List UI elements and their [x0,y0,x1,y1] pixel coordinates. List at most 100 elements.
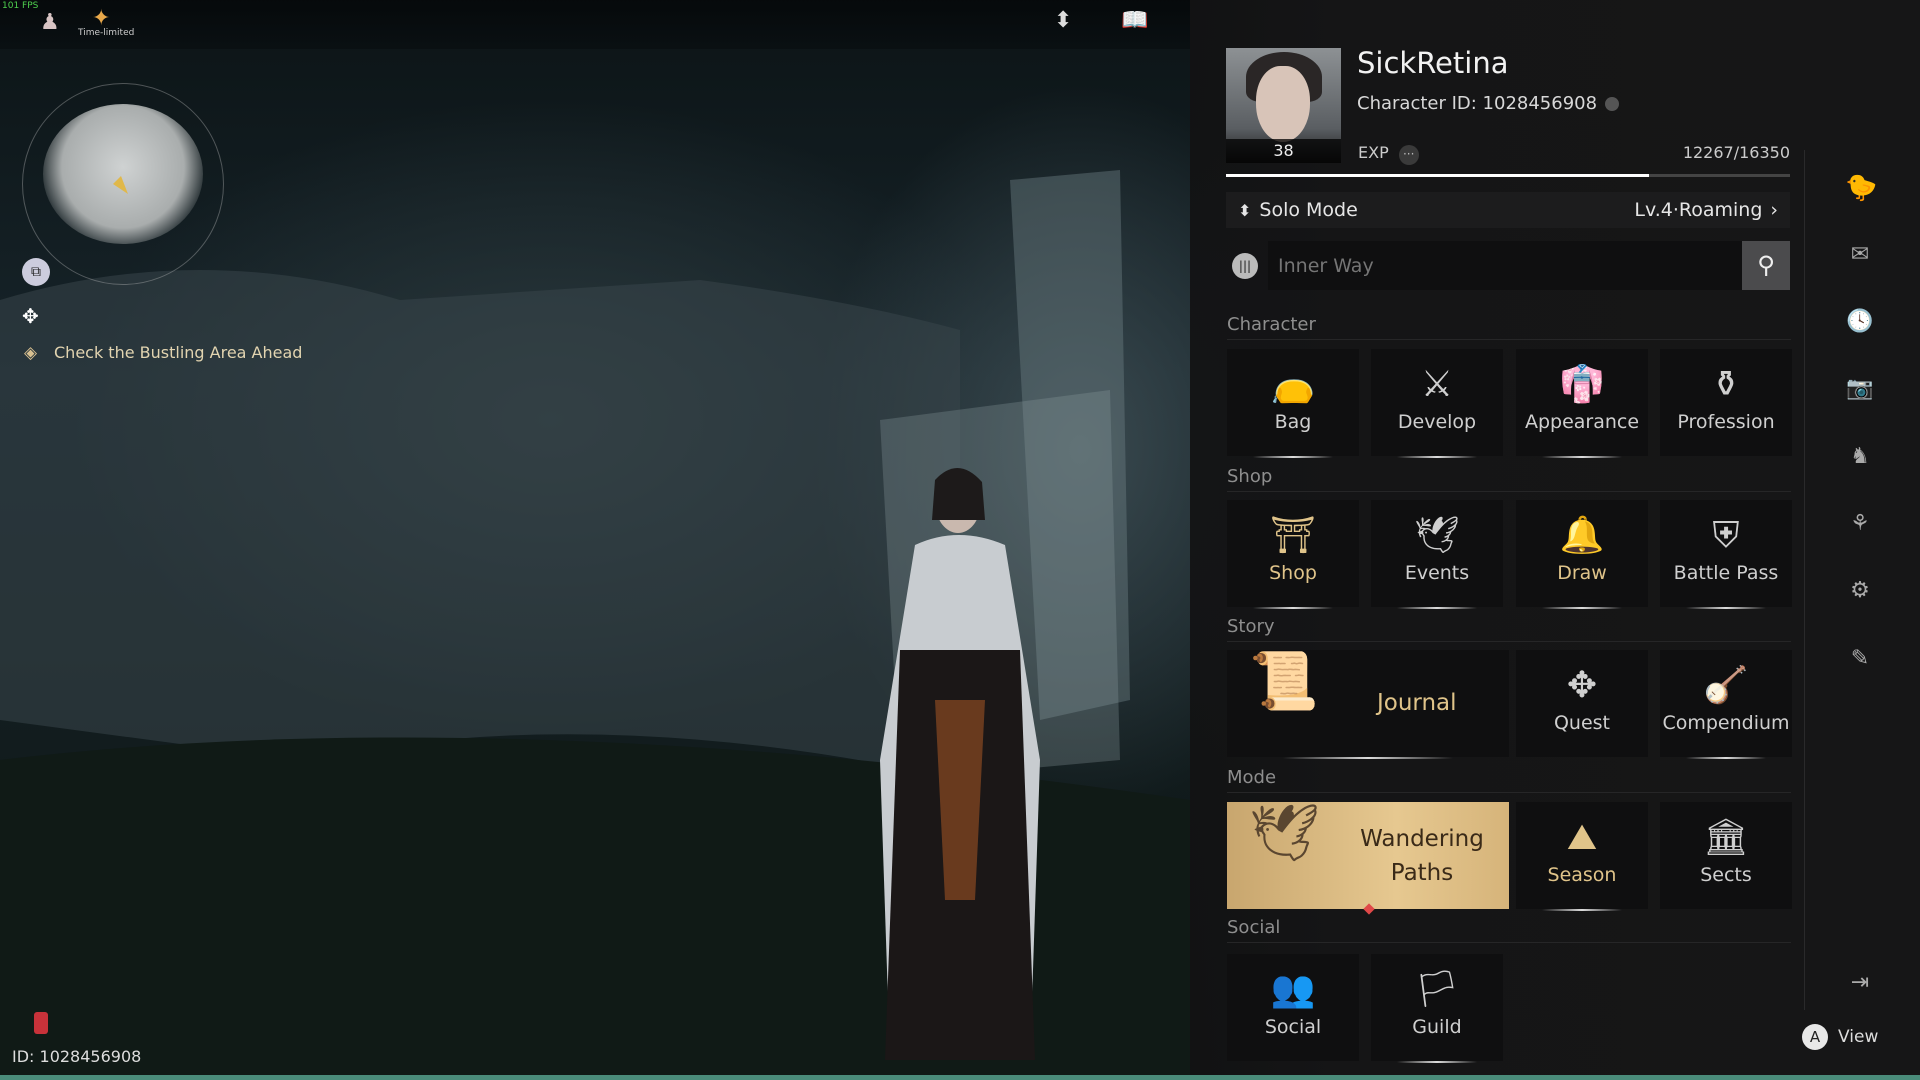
tile-label: Develop [1371,411,1503,433]
tile-bag[interactable]: 👝 Bag [1227,349,1359,456]
voice-icon[interactable]: ||| [1232,253,1258,279]
alert-icon[interactable] [34,1012,48,1034]
clock-icon[interactable]: 🕓 [1845,309,1875,334]
character-id: Character ID: 1028456908 [1357,93,1597,114]
journal-icon: 📜 [1249,660,1319,704]
avatar-face [1256,66,1310,142]
minimap-toggle-icon[interactable]: ⧉ [22,258,50,286]
shop-icon: ⛩ [1227,514,1359,558]
bag-icon: 👝 [1227,363,1359,407]
tile-journal[interactable]: 📜 Journal [1227,650,1509,757]
tile-label: Draw [1516,562,1648,584]
more-icon[interactable]: ··· [1399,145,1419,165]
robe-icon: 👘 [1516,363,1648,407]
tile-label: Bag [1227,411,1359,433]
tile-develop[interactable]: ⚔ Develop [1371,349,1503,456]
exp-row: EXP ··· [1358,143,1419,165]
tile-label: Journal [1377,690,1457,716]
mode-level: Lv.4·Roaming [1634,199,1762,221]
develop-icon: ⚔ [1371,363,1503,407]
search-icon: ⚲ [1757,251,1775,279]
minimap[interactable] [22,83,224,285]
view-label: View [1838,1027,1878,1047]
exp-bar-fill [1226,174,1649,177]
section-social: Social [1227,917,1791,943]
tile-label: Wandering Paths [1337,822,1507,890]
tile-battle-pass[interactable]: ⛨ Battle Pass [1660,500,1792,607]
chevron-right-icon: › [1770,199,1778,221]
tile-label: Quest [1516,712,1648,734]
tile-label: Battle Pass [1660,562,1792,584]
banner-icon: 🏳 [1371,968,1503,1012]
quest-diamond-icon: ◈ [24,343,37,363]
section-character: Character [1227,314,1791,340]
tile-shop[interactable]: ⛩ Shop [1227,500,1359,607]
exp-label: EXP [1358,143,1389,162]
tile-profession[interactable]: ⚱ Profession [1660,349,1792,456]
tile-label: Sects [1660,864,1792,886]
tile-quest[interactable]: ✥ Quest [1516,650,1648,757]
top-bar: 101 FPS ♟ ✦ Time-limited ⬍ 📖 [0,0,1190,49]
temple-icon: 🏛 [1660,816,1792,860]
tile-appearance[interactable]: 👘Appearance [1516,349,1648,456]
pet-icon[interactable]: 🐤 [1845,173,1875,203]
tile-guild[interactable]: 🏳 Guild [1371,954,1503,1061]
tile-label: Profession [1660,411,1792,433]
tile-social[interactable]: 👥 Social [1227,954,1359,1061]
tile-label: Compendium [1660,712,1792,734]
divider [1804,150,1805,1010]
mode-switch-icon[interactable]: ⬍ [1054,8,1072,33]
figure-icon[interactable]: ♞ [1845,444,1875,469]
tile-draw[interactable]: 🔔Draw [1516,500,1648,607]
section-story: Story [1227,616,1791,642]
camera-icon[interactable]: 📷 [1845,376,1875,401]
cranes-icon: 🕊 [1249,812,1320,856]
character-id-row: Character ID: 1028456908 [1357,93,1619,114]
tile-label: Events [1371,562,1503,584]
lute-icon: 🪕 [1660,664,1792,708]
exp-bar [1226,174,1790,177]
view-button[interactable]: A View [1802,1024,1878,1050]
player-id: ID: 1028456908 [12,1047,141,1066]
player-name: SickRetina [1357,46,1508,80]
bird-icon: 🕊 [1371,514,1503,558]
character-icon[interactable]: ♟ [40,10,60,35]
tile-compendium[interactable]: 🪕 Compendium [1660,650,1792,757]
mode-icon: ⬍ [1238,201,1251,220]
search-row: ||| ⚲ [1232,241,1790,290]
a-button-icon: A [1802,1024,1828,1050]
tile-label: Shop [1227,562,1359,584]
tile-sects[interactable]: 🏛 Sects [1660,802,1792,909]
level-badge: 38 [1226,139,1341,163]
quest-marker-icon[interactable]: ✥ [22,304,39,328]
profession-icon: ⚱ [1660,363,1792,407]
tile-label: Guild [1371,1016,1503,1038]
people-icon: 👥 [1227,968,1359,1012]
scroll-icon[interactable]: ⚘ [1845,511,1875,536]
book-icon[interactable]: 📖 [1121,8,1148,33]
search-input[interactable] [1268,241,1742,290]
time-limited-label: Time-limited [78,28,134,38]
avatar[interactable]: 38 [1226,48,1341,163]
mode-label: Solo Mode [1259,199,1357,221]
tile-wandering-paths[interactable]: 🕊 Wandering Paths [1227,802,1509,909]
mail-icon[interactable]: ✉ [1845,242,1875,267]
section-shop: Shop [1227,466,1791,492]
tile-events[interactable]: 🕊 Events [1371,500,1503,607]
player-arrow-icon [23,84,225,286]
search-button[interactable]: ⚲ [1742,241,1790,290]
tile-label: Social [1227,1016,1359,1038]
mountain-icon: ⛰ [1516,816,1648,860]
quest-icon: ✥ [1516,664,1648,708]
notes-icon[interactable]: ✎ [1845,646,1875,671]
solo-mode-button[interactable]: ⬍ Solo Mode Lv.4·Roaming › [1226,192,1790,228]
quest-tracker[interactable]: Check the Bustling Area Ahead [54,343,302,362]
settings-icon[interactable]: ⚙ [1845,578,1875,603]
tile-season[interactable]: ⛰ Season [1516,802,1648,909]
exp-value: 12267/16350 [1683,143,1790,162]
shield-icon: ⛨ [1660,514,1792,558]
bottom-strip [0,1075,1920,1080]
copy-icon[interactable] [1605,97,1619,111]
exit-icon[interactable]: ⇥ [1845,970,1875,995]
tile-label: Season [1516,864,1648,886]
